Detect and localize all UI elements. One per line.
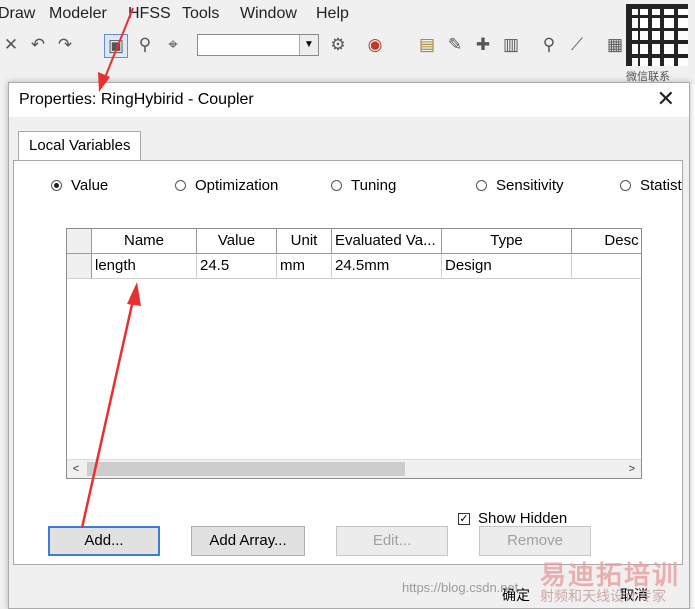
show-hidden-label: Show Hidden: [478, 510, 568, 527]
column-header-name[interactable]: Name: [92, 229, 197, 254]
radio-label: Tuning: [351, 177, 397, 194]
close-icon[interactable]: ✕: [657, 88, 675, 110]
select-edge-icon[interactable]: ⌖: [162, 34, 184, 56]
radio-statistical[interactable]: Statist: [620, 177, 682, 194]
radio-sensitivity[interactable]: Sensitivity: [476, 177, 564, 194]
cell-type: Design: [442, 254, 572, 279]
radio-label: Value: [71, 177, 109, 194]
report-icon[interactable]: ▥: [500, 34, 522, 56]
secondary-toolbar: [0, 62, 695, 84]
table-row[interactable]: length 24.5 mm 24.5mm Design: [67, 254, 641, 279]
selection-combo[interactable]: ▼: [197, 34, 319, 56]
radio-icon[interactable]: [620, 180, 631, 191]
watermark-url: https://blog.csdn.net: [402, 580, 519, 595]
radio-icon[interactable]: [331, 180, 342, 191]
search-icon[interactable]: ⚲: [538, 34, 560, 56]
dialog-titlebar: Properties: RingHybirid - Coupler ✕: [9, 83, 689, 117]
cell-description[interactable]: [572, 254, 641, 279]
qr-code: [626, 4, 688, 66]
redo-icon[interactable]: ↷: [54, 34, 76, 56]
dialog-title: Properties: RingHybirid - Coupler: [19, 91, 254, 108]
menu-window[interactable]: Window: [240, 5, 297, 23]
radio-optimization[interactable]: Optimization: [175, 177, 278, 194]
toolbar: ✕ ↶ ↷ ▣ ⚲ ⌖ ▼ ⚙ ◉ ▤ ✎ ✚ ▥ ⚲ ⟋ ▦: [0, 28, 695, 62]
variables-icon[interactable]: ⚙: [327, 34, 349, 56]
scroll-right-icon[interactable]: >: [623, 460, 641, 478]
record-icon[interactable]: ◉: [364, 34, 386, 56]
menu-tools[interactable]: Tools: [182, 5, 219, 23]
tools-icon[interactable]: ✎: [444, 34, 466, 56]
radio-icon[interactable]: [476, 180, 487, 191]
radio-label: Statist: [640, 177, 682, 194]
menu-bar: Draw Modeler HFSS Tools Window Help: [0, 0, 695, 28]
cell-unit[interactable]: mm: [277, 254, 332, 279]
radio-icon[interactable]: [175, 180, 186, 191]
cell-name[interactable]: length: [92, 254, 197, 279]
radio-tuning[interactable]: Tuning: [331, 177, 396, 194]
add-button[interactable]: Add...: [48, 526, 160, 556]
watermark-tagline: 射频和天线设计专家: [540, 588, 666, 604]
select-object-icon[interactable]: ▣: [104, 34, 128, 58]
undo-icon[interactable]: ↶: [27, 34, 49, 56]
cell-value[interactable]: 24.5: [197, 254, 277, 279]
remove-button[interactable]: Remove: [479, 526, 591, 556]
scrollbar-thumb[interactable]: [87, 462, 405, 476]
row-header-corner: [67, 229, 92, 254]
column-header-evaluated[interactable]: Evaluated Va...: [332, 229, 442, 254]
add-array-button[interactable]: Add Array...: [191, 526, 305, 556]
radio-selected-icon[interactable]: [51, 180, 62, 191]
select-face-icon[interactable]: ⚲: [134, 34, 156, 56]
scroll-left-icon[interactable]: <: [67, 460, 85, 478]
column-header-unit[interactable]: Unit: [277, 229, 332, 254]
radio-label: Optimization: [195, 177, 279, 194]
properties-dialog: Properties: RingHybirid - Coupler ✕ Loca…: [8, 82, 690, 609]
close-tool-icon[interactable]: ✕: [0, 34, 22, 56]
menu-modeler[interactable]: Modeler: [49, 5, 107, 23]
show-hidden-checkbox[interactable]: ✓ Show Hidden: [458, 510, 567, 527]
row-header[interactable]: [67, 254, 92, 279]
chevron-down-icon[interactable]: ▼: [299, 35, 318, 55]
menu-help[interactable]: Help: [316, 5, 349, 23]
view-icon[interactable]: ▦: [604, 34, 626, 56]
checkbox-checked-icon[interactable]: ✓: [458, 512, 470, 525]
column-header-type[interactable]: Type: [442, 229, 572, 254]
cell-evaluated: 24.5mm: [332, 254, 442, 279]
menu-hfss[interactable]: HFSS: [128, 5, 171, 23]
column-header-description[interactable]: Desc: [572, 229, 641, 254]
horizontal-scrollbar[interactable]: < >: [67, 459, 641, 478]
radio-value[interactable]: Value: [51, 177, 108, 194]
notes-icon[interactable]: ▤: [416, 34, 438, 56]
tab-local-variables[interactable]: Local Variables: [18, 131, 142, 161]
parts-icon[interactable]: ✚: [472, 34, 494, 56]
edit-button[interactable]: Edit...: [336, 526, 448, 556]
variables-table: Name Value Unit Evaluated Va... Type Des…: [66, 228, 642, 479]
table-header: Name Value Unit Evaluated Va... Type Des…: [67, 229, 641, 254]
radio-label: Sensitivity: [496, 177, 564, 194]
menu-draw[interactable]: Draw: [0, 5, 35, 23]
column-header-value[interactable]: Value: [197, 229, 277, 254]
plot-icon[interactable]: ⟋: [566, 34, 588, 56]
